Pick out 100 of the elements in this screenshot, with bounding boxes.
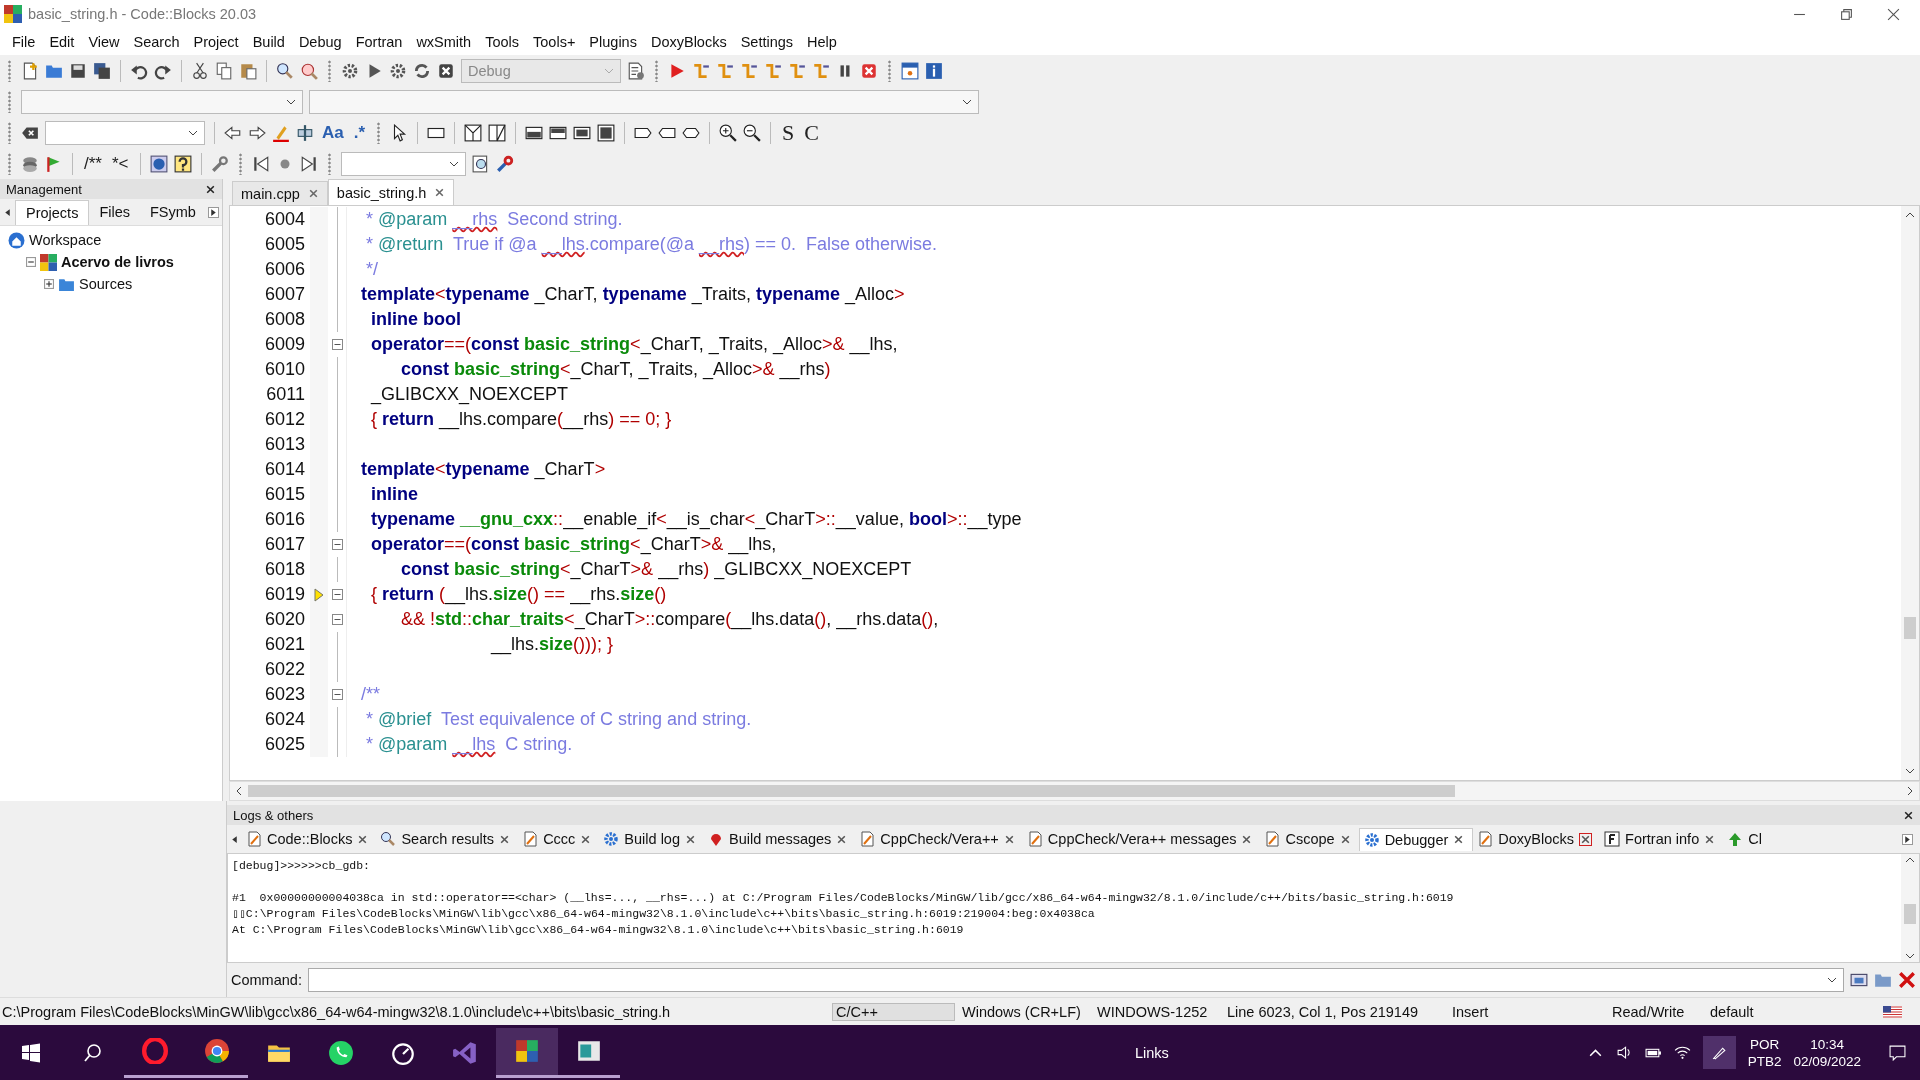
taskbar-app[interactable] <box>496 1027 558 1078</box>
rebuild-icon[interactable] <box>413 61 431 80</box>
wrench-icon[interactable] <box>210 154 229 173</box>
menu-item[interactable]: File <box>5 31 43 52</box>
log-tab[interactable]: Search results <box>376 828 519 850</box>
close-icon[interactable] <box>1453 834 1465 845</box>
fold-icon[interactable] <box>331 689 343 700</box>
panel-icon[interactable] <box>597 123 616 142</box>
menu-item[interactable]: DoxyBlocks <box>643 31 734 52</box>
step-icon[interactable] <box>692 61 710 80</box>
scroll-down-icon[interactable] <box>1905 953 1915 959</box>
notification-icon[interactable] <box>1889 1044 1906 1061</box>
menu-item[interactable]: Debug <box>291 31 349 52</box>
text-cursor-icon[interactable] <box>296 123 314 142</box>
back-arrow-icon[interactable] <box>224 123 242 142</box>
scroll-left-icon[interactable] <box>230 834 239 844</box>
clock-time[interactable]: 10:34 <box>1810 1035 1845 1053</box>
editor-tab[interactable]: main.cpp <box>232 181 328 205</box>
clock-date[interactable]: 02/09/2022 <box>1793 1052 1861 1070</box>
toolbar-button[interactable]: S <box>780 119 797 146</box>
window-icon[interactable] <box>1850 971 1868 989</box>
log-tab[interactable]: CppCheck/Vera++ <box>855 828 1023 850</box>
close-icon[interactable] <box>499 833 511 845</box>
log-tab[interactable]: Cccc <box>518 828 600 850</box>
window-icon[interactable] <box>901 61 919 80</box>
menu-item[interactable]: Tools+ <box>526 31 583 52</box>
close-icon[interactable] <box>1903 809 1914 821</box>
menu-item[interactable]: View <box>81 31 127 52</box>
panel-tab[interactable]: Files <box>89 200 140 224</box>
log-tab[interactable]: Cscope <box>1260 828 1359 850</box>
scroll-left-icon[interactable] <box>3 207 12 217</box>
diagonal-panel-icon[interactable] <box>488 123 507 142</box>
build-run-icon[interactable] <box>389 61 407 80</box>
panel-tab[interactable]: Projects <box>15 199 90 225</box>
menu-item[interactable]: Tools <box>478 31 527 52</box>
toolbar-label[interactable]: Links <box>1135 1044 1169 1061</box>
search-icon[interactable] <box>276 61 294 80</box>
scrollbar-thumb[interactable] <box>1904 616 1916 639</box>
gear-icon[interactable] <box>341 61 359 80</box>
log-tab[interactable]: Build messages <box>704 828 856 850</box>
close-icon[interactable] <box>685 833 696 845</box>
log-tab[interactable]: Debugger <box>1358 827 1474 851</box>
scrollbar-thumb[interactable] <box>248 785 1455 797</box>
restore-icon[interactable] <box>1840 7 1853 21</box>
scissors-icon[interactable] <box>191 61 209 80</box>
close-icon[interactable] <box>1887 7 1900 21</box>
close-icon[interactable] <box>205 183 216 195</box>
log-tab[interactable]: Code::Blocks <box>242 828 377 850</box>
menu-item[interactable]: Fortran <box>348 31 410 52</box>
expand-toggle-icon[interactable] <box>26 257 36 267</box>
step-icon[interactable] <box>764 61 782 80</box>
close-icon[interactable] <box>357 833 369 845</box>
menu-item[interactable]: Edit <box>42 31 82 52</box>
copy-icon[interactable] <box>215 61 233 80</box>
info-icon[interactable] <box>925 61 943 80</box>
panel-tab[interactable]: FSymb <box>140 200 206 224</box>
fold-icon[interactable] <box>331 339 343 350</box>
close-icon[interactable] <box>580 833 592 845</box>
step-icon[interactable] <box>716 61 734 80</box>
wifi-icon[interactable] <box>1673 1044 1691 1061</box>
menu-item[interactable]: Plugins <box>582 31 644 52</box>
document-gear-icon[interactable] <box>627 61 645 80</box>
input-language[interactable]: POR <box>1749 1035 1780 1053</box>
keyboard-layout[interactable]: PTB2 <box>1747 1052 1782 1070</box>
save-all-icon[interactable] <box>93 61 111 80</box>
fold-icon[interactable] <box>331 539 343 550</box>
scroll-up-icon[interactable] <box>1905 212 1915 218</box>
split-panel-icon[interactable] <box>464 123 483 142</box>
new-file-icon[interactable] <box>21 61 39 80</box>
editor-tab[interactable]: basic_string.h <box>327 179 455 205</box>
expand-toggle-icon[interactable] <box>44 279 54 289</box>
tree-item[interactable]: Acervo de livros <box>61 254 174 270</box>
log-tab[interactable]: Fortran info <box>1600 828 1724 850</box>
paste-icon[interactable] <box>239 61 257 80</box>
log-tab[interactable]: CppCheck/Vera++ messages <box>1022 828 1261 850</box>
fold-icon[interactable] <box>331 614 343 625</box>
scroll-right-icon[interactable] <box>1902 833 1913 845</box>
speaker-icon[interactable] <box>1615 1044 1633 1061</box>
step-icon[interactable] <box>788 61 806 80</box>
menu-item[interactable]: wxSmith <box>409 31 479 52</box>
stack-icon[interactable] <box>21 154 39 173</box>
close-icon[interactable] <box>1339 833 1351 845</box>
forward-arrow-icon[interactable] <box>248 123 266 142</box>
log-tab[interactable]: DoxyBlocks <box>1473 828 1601 850</box>
highlighter-icon[interactable] <box>272 123 290 142</box>
debug-icon[interactable] <box>668 61 686 80</box>
command-field[interactable] <box>307 968 1844 992</box>
scroll-up-icon[interactable] <box>1905 857 1915 863</box>
close-icon[interactable] <box>1579 832 1593 846</box>
help-icon[interactable] <box>173 154 192 173</box>
abort-icon[interactable] <box>437 61 455 80</box>
previous-mark-icon[interactable] <box>251 154 270 173</box>
wrench-icon[interactable] <box>495 154 514 173</box>
close-icon[interactable] <box>1241 833 1253 845</box>
scrollbar-thumb[interactable] <box>1904 903 1916 924</box>
toolbar-button[interactable]: Aa <box>320 122 346 143</box>
close-icon[interactable] <box>1704 833 1716 845</box>
close-icon[interactable] <box>836 833 848 845</box>
menu-item[interactable]: Project <box>186 31 246 52</box>
scroll-left-icon[interactable] <box>236 786 242 796</box>
